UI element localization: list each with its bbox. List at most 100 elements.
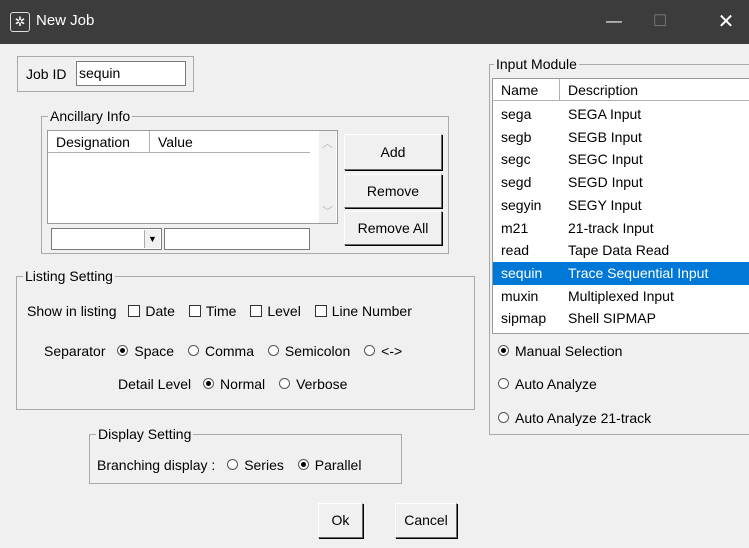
module-name: m21 xyxy=(501,219,529,236)
radio-selected-icon xyxy=(203,378,215,389)
radio-selected-icon xyxy=(117,345,129,356)
ancillary-info-group: Ancillary Info Designation Value ︿ ﹀ ▼ A… xyxy=(41,108,449,254)
window-title: New Job xyxy=(36,12,95,29)
comma-radio-label: Comma xyxy=(204,343,254,359)
description-column-header[interactable]: Description xyxy=(560,79,749,101)
ancillary-table[interactable]: Designation Value ︿ ﹀ xyxy=(47,130,338,224)
branching-display-label: Branching display : xyxy=(97,457,216,473)
scroll-down-icon[interactable]: ﹀ xyxy=(322,203,333,219)
checkbox-icon xyxy=(188,305,201,317)
list-item[interactable]: segd SEGD Input xyxy=(493,171,749,194)
display-setting-group: Display Setting Branching display : Seri… xyxy=(89,426,402,484)
list-item[interactable]: sipmap Shell SIPMAP xyxy=(493,307,749,330)
level-checkbox-label: Level xyxy=(267,303,301,319)
space-radio-label: Space xyxy=(134,343,175,359)
arrow-separator-radio[interactable]: <-> xyxy=(364,343,402,359)
level-checkbox[interactable]: Level xyxy=(250,303,301,319)
separator-row: Separator Space Comma Semicolon <-> xyxy=(44,343,402,359)
auto-analyze-21-track-radio[interactable]: Auto Analyze 21-track xyxy=(498,410,651,426)
radio-icon xyxy=(498,412,509,423)
manual-selection-radio[interactable]: Manual Selection xyxy=(498,343,622,359)
series-radio[interactable]: Series xyxy=(227,457,284,473)
branching-display-row: Branching display : Series Parallel xyxy=(97,457,361,473)
line-number-checkbox[interactable]: Line Number xyxy=(314,303,412,319)
module-description: SEGA Input xyxy=(568,106,642,122)
show-in-listing-row: Show in listing Date Time Level Line Num… xyxy=(27,303,412,319)
module-name: muxin xyxy=(501,287,539,304)
list-item[interactable]: muxin Multiplexed Input xyxy=(493,285,749,308)
date-checkbox-label: Date xyxy=(145,303,175,319)
comma-radio[interactable]: Comma xyxy=(187,343,254,359)
radio-icon xyxy=(227,459,239,470)
series-radio-label: Series xyxy=(244,457,284,473)
add-button[interactable]: Add xyxy=(344,134,442,170)
module-description: Multiplexed Input xyxy=(568,287,674,304)
name-column-header[interactable]: Name xyxy=(493,79,560,101)
module-name: segyin xyxy=(501,196,542,213)
parallel-radio[interactable]: Parallel xyxy=(297,457,362,473)
manual-selection-label: Manual Selection xyxy=(515,343,623,359)
checkbox-icon xyxy=(314,305,327,317)
module-name: segb xyxy=(501,128,532,145)
parallel-radio-label: Parallel xyxy=(314,457,362,473)
radio-selected-icon xyxy=(498,345,509,356)
job-id-group: Job ID sequin xyxy=(17,56,194,92)
remove-button[interactable]: Remove xyxy=(344,174,442,208)
time-checkbox-label: Time xyxy=(205,303,237,319)
verbose-radio[interactable]: Verbose xyxy=(279,376,347,392)
normal-radio[interactable]: Normal xyxy=(203,376,265,392)
space-radio[interactable]: Space xyxy=(117,343,174,359)
auto-analyze-radio[interactable]: Auto Analyze xyxy=(498,376,597,392)
radio-selected-icon xyxy=(297,459,309,470)
minimize-button[interactable]: — xyxy=(591,0,637,44)
display-setting-legend: Display Setting xyxy=(96,426,194,442)
detail-level-row: Detail Level Normal Verbose xyxy=(118,376,347,392)
list-item[interactable]: read Tape Data Read xyxy=(493,239,749,262)
module-description: SEGD Input xyxy=(568,174,643,191)
list-item[interactable]: m21 21-track Input xyxy=(493,217,749,240)
verbose-radio-label: Verbose xyxy=(296,376,348,392)
module-description: SEGY Input xyxy=(568,196,642,213)
module-name: segd xyxy=(501,174,532,191)
module-description: SEGC Input xyxy=(568,151,643,168)
module-name: read xyxy=(501,242,530,259)
semicolon-radio-label: Semicolon xyxy=(284,343,351,359)
scroll-up-icon[interactable]: ︿ xyxy=(322,135,333,151)
checkbox-icon xyxy=(128,305,141,317)
ancillary-info-legend: Ancillary Info xyxy=(48,108,133,124)
cancel-button[interactable]: Cancel xyxy=(395,503,457,538)
listing-setting-legend: Listing Setting xyxy=(23,268,115,284)
job-id-input[interactable]: sequin xyxy=(76,61,186,86)
input-module-legend: Input Module xyxy=(494,56,579,72)
module-name: sega xyxy=(501,106,532,122)
list-item[interactable]: sega SEGA Input xyxy=(493,103,749,126)
radio-icon xyxy=(364,345,376,356)
remove-all-button[interactable]: Remove All xyxy=(344,211,442,245)
ancillary-scrollbar[interactable]: ︿ ﹀ xyxy=(319,131,336,223)
input-module-table[interactable]: Name Description sega SEGA Input segb SEGB … xyxy=(492,78,749,334)
list-item[interactable]: sequin Trace Sequential Input xyxy=(493,261,749,285)
radio-icon xyxy=(267,345,279,356)
job-id-label: Job ID xyxy=(26,66,67,82)
value-column-header[interactable]: Value xyxy=(150,131,310,153)
list-item[interactable]: segb SEGB Input xyxy=(493,126,749,149)
input-module-group: Input Module Name Description sega SEGA I… xyxy=(489,56,749,435)
module-description: Shell SIPMAP xyxy=(568,310,656,327)
chevron-down-icon[interactable]: ▼ xyxy=(144,230,160,248)
listing-setting-group: Listing Setting Show in listing Date Tim… xyxy=(16,268,475,410)
time-checkbox[interactable]: Time xyxy=(188,303,237,319)
radio-icon xyxy=(187,345,199,356)
designation-select[interactable]: ▼ xyxy=(51,228,162,250)
date-checkbox[interactable]: Date xyxy=(128,303,175,319)
value-input[interactable] xyxy=(164,228,310,250)
maximize-button[interactable]: ☐ xyxy=(637,0,683,44)
list-item[interactable]: segyin SEGY Input xyxy=(493,194,749,217)
ok-button[interactable]: Ok xyxy=(318,503,363,538)
show-in-listing-label: Show in listing xyxy=(27,303,117,319)
module-description: Tape Data Read xyxy=(568,242,670,259)
list-item[interactable]: segc SEGC Input xyxy=(493,148,749,171)
module-description: SEGB Input xyxy=(568,128,642,145)
semicolon-radio[interactable]: Semicolon xyxy=(267,343,351,359)
close-button[interactable]: ✕ xyxy=(703,0,749,44)
designation-column-header[interactable]: Designation xyxy=(48,131,150,153)
